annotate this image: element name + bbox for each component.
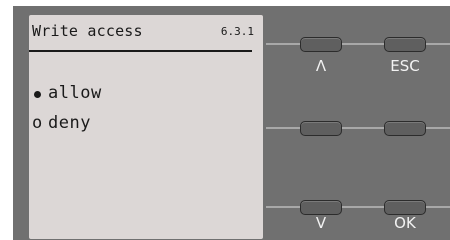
up-arrow-icon: Λ xyxy=(315,57,327,75)
device-panel: Write access 6.3.1 allow o deny Λ ESC V … xyxy=(13,6,450,240)
unselected-marker: o xyxy=(32,113,43,133)
option-label: deny xyxy=(48,113,91,133)
selected-bullet-icon xyxy=(32,83,48,103)
key-connector-line xyxy=(340,127,384,129)
key-connector-line xyxy=(340,43,384,45)
lcd-screen: Write access 6.3.1 allow o deny xyxy=(29,15,263,239)
key-connector-line xyxy=(340,206,384,208)
middle-left-button[interactable] xyxy=(300,121,342,136)
down-arrow-icon: V xyxy=(315,214,327,232)
ok-button[interactable] xyxy=(384,200,426,215)
esc-button[interactable] xyxy=(384,37,426,52)
screen-title: Write access xyxy=(32,22,143,40)
key-connector-line xyxy=(266,127,300,129)
key-connector-line xyxy=(424,43,450,45)
key-connector-line xyxy=(266,206,300,208)
ok-label: OK xyxy=(394,214,416,232)
key-connector-line xyxy=(266,43,300,45)
esc-label: ESC xyxy=(390,57,420,75)
up-button[interactable] xyxy=(300,37,342,52)
down-button[interactable] xyxy=(300,200,342,215)
key-connector-line xyxy=(424,127,450,129)
middle-right-button[interactable] xyxy=(384,121,426,136)
key-connector-line xyxy=(424,206,450,208)
option-allow[interactable]: allow xyxy=(32,83,102,103)
menu-code: 6.3.1 xyxy=(220,25,254,38)
option-deny[interactable]: o deny xyxy=(32,113,91,133)
title-divider xyxy=(29,50,252,52)
option-label: allow xyxy=(48,83,102,103)
keypad: Λ ESC V OK xyxy=(266,6,450,240)
